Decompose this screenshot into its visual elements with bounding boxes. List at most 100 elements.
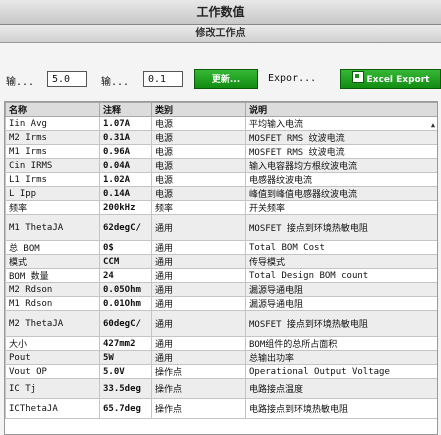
cell-name: Vout OP bbox=[5, 364, 100, 379]
table-row[interactable]: Iin Avg 1.07A 电源 平均输入电流 bbox=[5, 116, 437, 131]
column-header-name[interactable]: 名称 bbox=[5, 102, 100, 117]
cell-category: 操作点 bbox=[151, 378, 246, 399]
window-title: 工作数值 bbox=[0, 0, 441, 25]
table-row[interactable]: M1 ThetaJA 62degC/通用 MOSFET 接点到环境热敏电阻 bbox=[5, 214, 437, 241]
cell-description: 漏源导通电阻 bbox=[245, 296, 437, 311]
cell-category: 通用 bbox=[151, 336, 246, 351]
input1-field[interactable]: 5.0 bbox=[47, 71, 87, 87]
cell-category: 电源 bbox=[151, 116, 246, 131]
cell-description: 电路接点温度 bbox=[245, 378, 437, 399]
cell-note: 62degC/ bbox=[99, 214, 152, 241]
cell-note: 0.31A bbox=[99, 130, 152, 145]
cell-category: 通用 bbox=[151, 268, 246, 283]
cell-category: 通用 bbox=[151, 282, 246, 297]
cell-description: 开关频率 bbox=[245, 200, 437, 215]
input1-label: 输... bbox=[6, 77, 35, 88]
column-header-category[interactable]: 类别 bbox=[151, 102, 246, 117]
cell-category: 通用 bbox=[151, 214, 246, 241]
cell-name: Iin Avg bbox=[5, 116, 100, 131]
values-table: 名称 注释 类别 说明 Iin Avg 1.07A 电源 平均输入电流 M2 Irms 0… bbox=[5, 102, 437, 419]
cell-name: 频率 bbox=[5, 200, 100, 215]
cell-description: 总输出功率 bbox=[245, 350, 437, 365]
column-header-description[interactable]: 说明 bbox=[245, 102, 437, 117]
table-row[interactable]: M2 ThetaJA 60degC/通用 MOSFET 接点到环境热敏电阻 bbox=[5, 310, 437, 337]
table-row[interactable]: L Ipp 0.14A 电源 峰值到峰值电感器纹波电流 bbox=[5, 186, 437, 201]
cell-note: 0.01Ohm bbox=[99, 296, 152, 311]
cell-category: 电源 bbox=[151, 130, 246, 145]
input2-label: 输... bbox=[101, 77, 130, 88]
export-label: Expor... bbox=[268, 73, 317, 84]
cell-note: 200kHz bbox=[99, 200, 152, 215]
cell-category: 操作点 bbox=[151, 364, 246, 379]
cell-name: 模式 bbox=[5, 254, 100, 269]
cell-name: 大小 bbox=[5, 336, 100, 351]
cell-category: 通用 bbox=[151, 350, 246, 365]
table-row[interactable]: L1 Irms 1.02A 电源 电感器纹波电流 bbox=[5, 172, 437, 187]
table-row[interactable]: 模式 CCM 通用 传导模式 bbox=[5, 254, 437, 269]
cell-category: 电源 bbox=[151, 158, 246, 173]
cell-name: Pout bbox=[5, 350, 100, 365]
table-header-row: 名称 注释 类别 说明 bbox=[5, 102, 437, 117]
excel-export-label: Excel Export bbox=[366, 75, 430, 85]
excel-icon bbox=[351, 71, 364, 83]
cell-name: M1 ThetaJA bbox=[5, 214, 100, 241]
cell-note: 1.02A bbox=[99, 172, 152, 187]
cell-category: 电源 bbox=[151, 172, 246, 187]
table-row[interactable]: Cin IRMS 0.04A 电源 输入电容器均方根纹波电流 bbox=[5, 158, 437, 173]
table-row[interactable]: 频率 200kHz 频率 开关频率 bbox=[5, 200, 437, 215]
input2-field[interactable]: 0.1 bbox=[143, 71, 183, 87]
update-button-label: 更新... bbox=[211, 75, 241, 85]
table-row[interactable]: M1 Rdson 0.01Ohm 通用 漏源导通电阻 bbox=[5, 296, 437, 311]
cell-note: 0.05Ohm bbox=[99, 282, 152, 297]
cell-note: 5.0V bbox=[99, 364, 152, 379]
cell-note: 0.04A bbox=[99, 158, 152, 173]
table-row[interactable]: IC Tj 33.5deg 操作点 电路接点温度 bbox=[5, 378, 437, 399]
cell-category: 通用 bbox=[151, 310, 246, 337]
table-row[interactable]: Vout OP 5.0V 操作点 Operational Output Voltage bbox=[5, 364, 437, 379]
table-row[interactable]: Pout 5W 通用 总输出功率 bbox=[5, 350, 437, 365]
scroll-up-icon[interactable]: ▲ bbox=[429, 121, 437, 129]
cell-name: M1 Irms bbox=[5, 144, 100, 159]
excel-export-button[interactable]: Excel Export bbox=[340, 69, 441, 89]
cell-name: ICThetaJA bbox=[5, 398, 100, 419]
cell-description: 电感器纹波电流 bbox=[245, 172, 437, 187]
cell-description: MOSFET RMS 纹波电流 bbox=[245, 144, 437, 159]
cell-name: Cin IRMS bbox=[5, 158, 100, 173]
cell-description: 传导模式 bbox=[245, 254, 437, 269]
cell-name: M2 Irms bbox=[5, 130, 100, 145]
cell-name: L1 Irms bbox=[5, 172, 100, 187]
table-row[interactable]: M2 Rdson 0.05Ohm 通用 漏源导通电阻 bbox=[5, 282, 437, 297]
cell-note: 24 bbox=[99, 268, 152, 283]
table-row[interactable]: M2 Irms 0.31A 电源 MOSFET RMS 纹波电流 bbox=[5, 130, 437, 145]
section-title: 修改工作点 bbox=[0, 25, 441, 43]
cell-note: 60degC/ bbox=[99, 310, 152, 337]
cell-description: 漏源导通电阻 bbox=[245, 282, 437, 297]
cell-note: CCM bbox=[99, 254, 152, 269]
cell-note: 5W bbox=[99, 350, 152, 365]
cell-description: 峰值到峰值电感器纹波电流 bbox=[245, 186, 437, 201]
table-row[interactable]: ICThetaJA 65.7deg 操作点 电路接点到环境热敏电阻 bbox=[5, 398, 437, 419]
update-button[interactable]: 更新... bbox=[194, 69, 258, 89]
table-row[interactable]: 总 BOM 0$ 通用 Total BOM Cost bbox=[5, 240, 437, 255]
cell-name: M2 Rdson bbox=[5, 282, 100, 297]
table-row[interactable]: BOM 数量 24 通用 Total Design BOM count bbox=[5, 268, 437, 283]
cell-note: 427mm2 bbox=[99, 336, 152, 351]
table-row[interactable]: M1 Irms 0.96A 电源 MOSFET RMS 纹波电流 bbox=[5, 144, 437, 159]
cell-note: 0.14A bbox=[99, 186, 152, 201]
cell-name: IC Tj bbox=[5, 378, 100, 399]
cell-description: Total Design BOM count bbox=[245, 268, 437, 283]
cell-category: 电源 bbox=[151, 186, 246, 201]
cell-description: BOM组件的总所占面积 bbox=[245, 336, 437, 351]
cell-note: 65.7deg bbox=[99, 398, 152, 419]
cell-description: MOSFET 接点到环境热敏电阻 bbox=[245, 214, 437, 241]
column-header-note[interactable]: 注释 bbox=[99, 102, 152, 117]
toolbar: 输... 5.0 输... 0.1 更新... Expor... Excel E… bbox=[0, 66, 441, 94]
cell-description: 平均输入电流 bbox=[245, 116, 437, 131]
table-row[interactable]: 大小 427mm2 通用 BOM组件的总所占面积 bbox=[5, 336, 437, 351]
data-grid[interactable]: ▲ 名称 注释 类别 说明 Iin Avg 1.07A 电源 平均输入电流 M2 Irm… bbox=[4, 101, 438, 435]
cell-description: Operational Output Voltage bbox=[245, 364, 437, 379]
cell-name: M2 ThetaJA bbox=[5, 310, 100, 337]
cell-name: L Ipp bbox=[5, 186, 100, 201]
cell-description: 输入电容器均方根纹波电流 bbox=[245, 158, 437, 173]
cell-category: 电源 bbox=[151, 144, 246, 159]
